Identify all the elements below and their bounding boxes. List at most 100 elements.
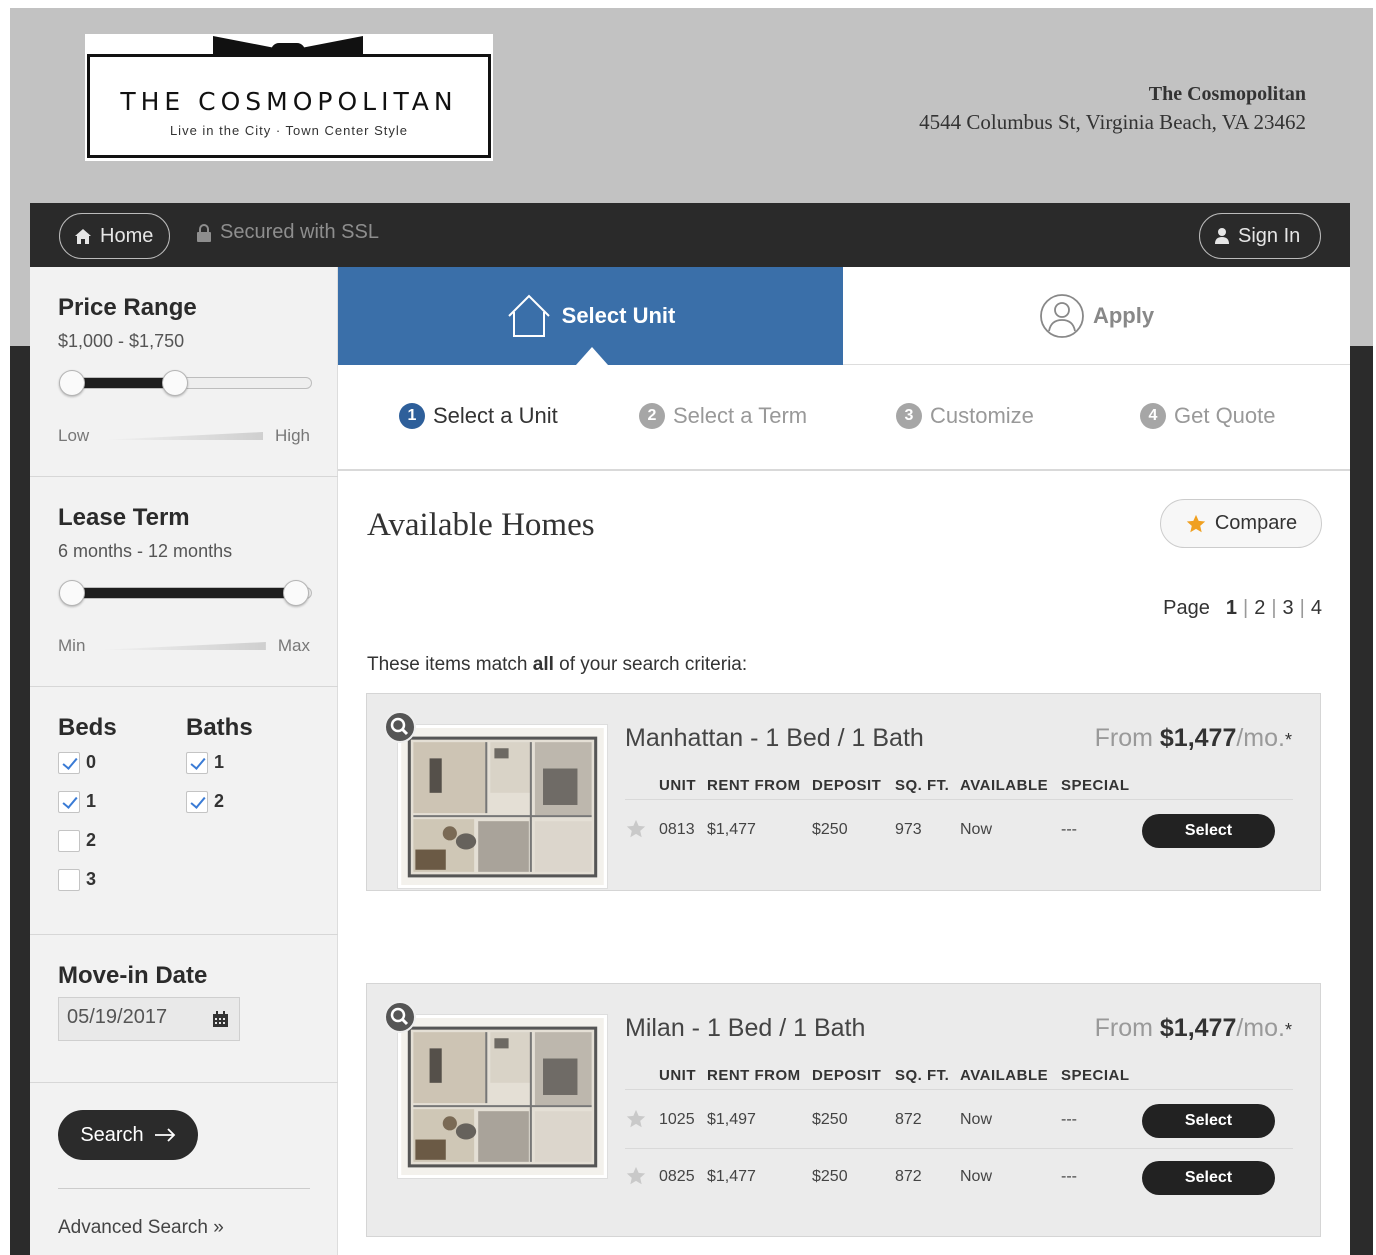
floorplan-name[interactable]: Manhattan - 1 Bed / 1 Bath — [625, 724, 924, 753]
unit-sqft: 973 — [895, 821, 922, 838]
floorplan-price: From $1,477/mo.* — [1095, 724, 1292, 753]
unit-special: --- — [1061, 1168, 1077, 1185]
pagination: Page 1 | 2 | 3 | 4 — [1163, 597, 1322, 620]
step-customize[interactable]: 3 Customize — [896, 403, 1034, 429]
beds-checkbox[interactable] — [58, 868, 80, 891]
unit-rent: $1,497 — [707, 1111, 756, 1128]
lease-min-handle[interactable] — [59, 580, 85, 606]
column-header: AVAILABLE — [960, 777, 1049, 794]
home-button[interactable]: Home — [59, 213, 170, 259]
unit-unit: 1025 — [659, 1111, 695, 1128]
beds-option[interactable]: 0 — [58, 743, 96, 782]
tab-select-unit-label: Select Unit — [561, 303, 676, 328]
price-asterisk: * — [1284, 1020, 1292, 1040]
beds-option[interactable]: 1 — [58, 782, 96, 821]
lease-min-label: Min — [58, 636, 86, 655]
tab-select-unit[interactable]: Select Unit — [338, 267, 843, 365]
tab-apply[interactable]: Apply — [843, 267, 1350, 365]
lease-scale: Min Max — [58, 636, 310, 656]
price-low-handle[interactable] — [59, 370, 85, 396]
property-logo[interactable]: THE COSMOPOLITAN Live in the City · Town… — [85, 34, 493, 161]
baths-option[interactable]: 1 — [186, 743, 224, 782]
lock-icon — [197, 223, 211, 242]
criteria-pre: These items match — [367, 654, 533, 675]
floorplan-image[interactable] — [397, 724, 608, 889]
user-icon — [1215, 228, 1229, 244]
move-in-date-value: 05/19/2017 — [67, 1006, 168, 1028]
page-link-1[interactable]: 1 — [1226, 597, 1237, 620]
beds-checkbox[interactable] — [58, 790, 80, 813]
price-from: From — [1094, 724, 1160, 752]
price-range-title: Price Range — [58, 294, 197, 321]
lease-term-section: Lease Term 6 months - 12 months Min Max — [30, 477, 338, 687]
baths-options: 12 — [186, 743, 224, 821]
baths-option-label: 2 — [214, 791, 225, 811]
compare-button[interactable]: Compare — [1160, 499, 1322, 548]
advanced-search-link[interactable]: Advanced Search » — [58, 1217, 224, 1239]
page-separator: | — [1243, 597, 1249, 619]
lease-term-slider[interactable] — [59, 580, 312, 606]
favorite-star-icon[interactable] — [625, 818, 647, 840]
zoom-icon[interactable] — [384, 711, 416, 743]
page-frame: THE COSMOPOLITAN Live in the City · Town… — [10, 8, 1373, 1255]
floorplan-card: Manhattan - 1 Bed / 1 Bath From $1,477/mo… — [366, 693, 1321, 891]
calendar-icon[interactable] — [212, 1011, 229, 1028]
favorite-star-icon[interactable] — [625, 1165, 647, 1187]
unit-unit: 0825 — [659, 1168, 695, 1185]
lease-term-value: 6 months - 12 months — [58, 541, 233, 561]
logo-frame: THE COSMOPOLITAN Live in the City · Town… — [87, 54, 491, 158]
baths-title: Baths — [186, 714, 253, 741]
top-bar: Home Secured with SSL Sign In — [30, 203, 1350, 267]
floorplan-price: From $1,477/mo.* — [1095, 1014, 1292, 1043]
unit-row: 1025 $1,497 $250 872 Now --- Select — [625, 1092, 1293, 1148]
beds-checkbox[interactable] — [58, 751, 80, 774]
page-link-3[interactable]: 3 — [1283, 597, 1294, 620]
home-label: Home — [100, 224, 154, 247]
baths-checkbox[interactable] — [186, 790, 208, 813]
price-range-slider[interactable] — [59, 370, 312, 396]
column-header: UNIT — [659, 777, 696, 794]
units-table-header: UNIT RENT FROM DEPOSIT SQ. FT. AVAILABLE SPEC… — [625, 772, 1293, 800]
page-link-4[interactable]: 4 — [1311, 597, 1322, 620]
beds-option[interactable]: 2 — [58, 821, 96, 860]
price-range-section: Price Range $1,000 - $1,750 Low High — [30, 267, 338, 477]
column-header: RENT FROM — [707, 1067, 801, 1084]
step-select-unit[interactable]: 1 Select a Unit — [399, 403, 558, 429]
price-high-handle[interactable] — [162, 370, 189, 396]
column-header: SPECIAL — [1061, 777, 1130, 794]
baths-checkbox[interactable] — [186, 751, 208, 774]
price-low-label: Low — [58, 426, 90, 445]
sign-in-button[interactable]: Sign In — [1199, 213, 1321, 259]
move-in-date-input[interactable]: 05/19/2017 — [58, 997, 240, 1041]
step-select-term[interactable]: 2 Select a Term — [639, 403, 807, 429]
unit-special: --- — [1061, 1111, 1077, 1128]
zoom-icon[interactable] — [384, 1001, 416, 1033]
select-unit-button[interactable]: Select — [1142, 1161, 1275, 1195]
step-label: Select a Unit — [433, 403, 558, 428]
sidebar-divider — [58, 1188, 310, 1189]
select-unit-button[interactable]: Select — [1142, 814, 1275, 848]
floorplan-image[interactable] — [397, 1014, 608, 1179]
unit-sqft: 872 — [895, 1168, 922, 1185]
price-ramp — [101, 432, 264, 440]
house-icon — [507, 294, 550, 337]
floorplan-name[interactable]: Milan - 1 Bed / 1 Bath — [625, 1014, 865, 1043]
beds-title: Beds — [58, 714, 117, 741]
units-table-header: UNIT RENT FROM DEPOSIT SQ. FT. AVAILABLE SPEC… — [625, 1062, 1293, 1090]
favorite-star-icon[interactable] — [625, 1108, 647, 1130]
step-label: Get Quote — [1174, 403, 1276, 428]
unit-rent: $1,477 — [707, 821, 756, 838]
lease-max-handle[interactable] — [283, 580, 309, 606]
select-unit-button[interactable]: Select — [1142, 1104, 1275, 1138]
price-high-label: High — [275, 426, 310, 445]
step-get-quote[interactable]: 4 Get Quote — [1140, 403, 1276, 429]
search-button[interactable]: Search — [58, 1110, 198, 1160]
beds-option[interactable]: 3 — [58, 860, 96, 899]
available-homes-title: Available Homes — [367, 507, 595, 543]
page-link-2[interactable]: 2 — [1254, 597, 1265, 620]
unit-row: 0813 $1,477 $250 973 Now --- Select — [625, 802, 1293, 858]
lease-term-fill — [74, 588, 298, 598]
baths-option[interactable]: 2 — [186, 782, 224, 821]
beds-checkbox[interactable] — [58, 829, 80, 852]
app-container: Home Secured with SSL Sign In Price Rang… — [30, 203, 1350, 1255]
